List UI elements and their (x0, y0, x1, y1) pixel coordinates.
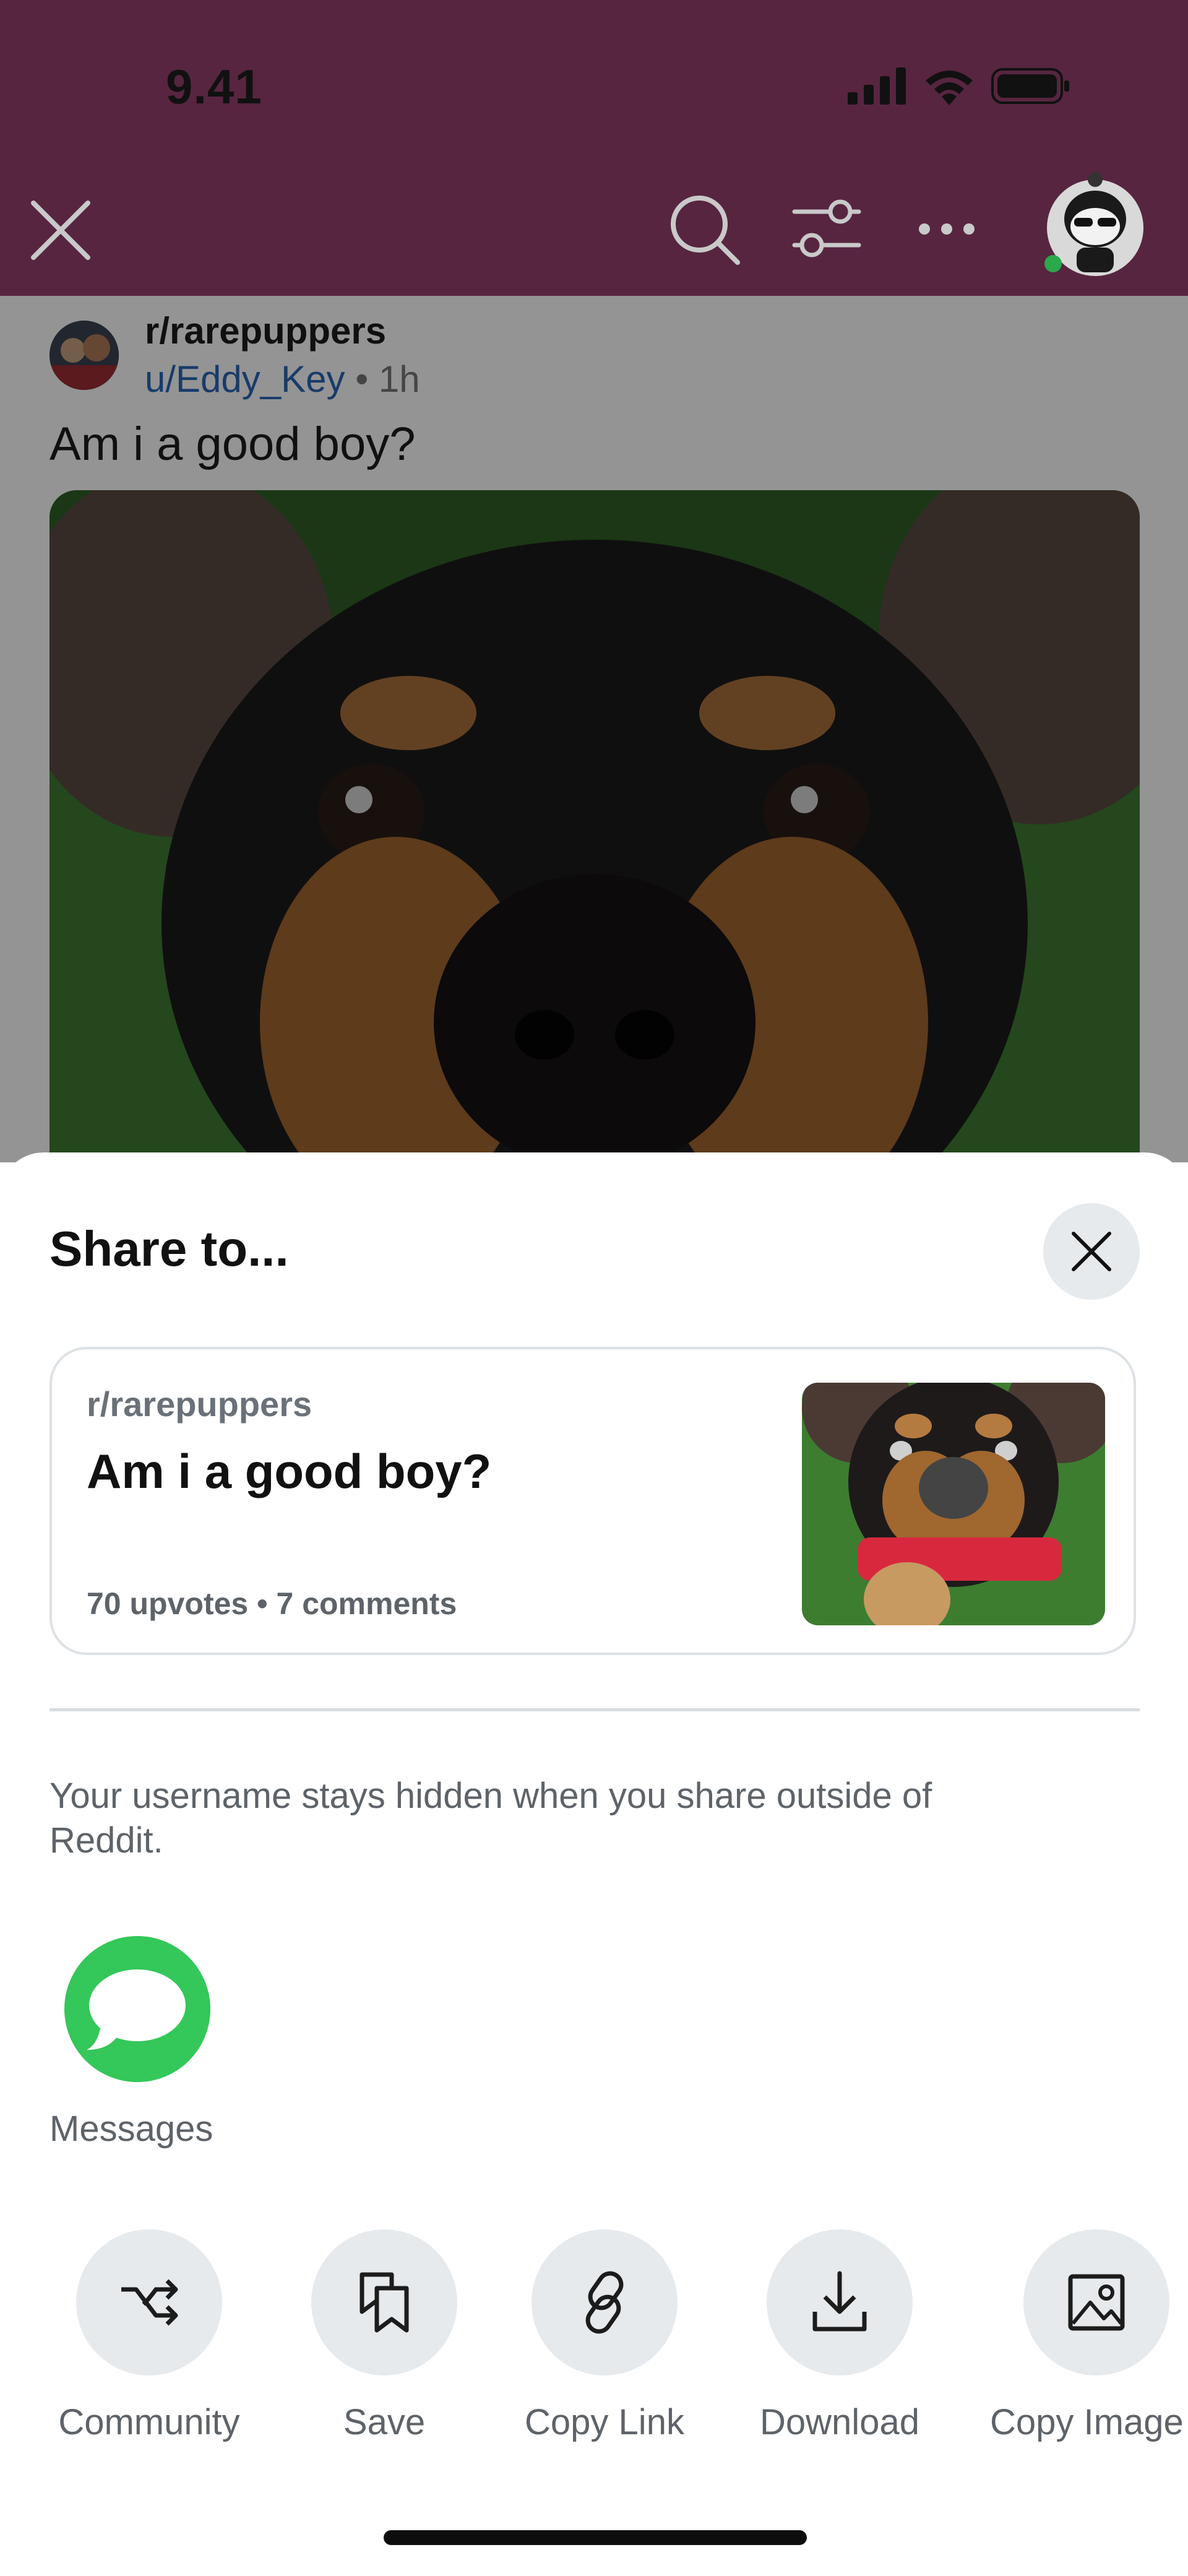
cellular-signal-icon (848, 67, 906, 105)
battery-icon (991, 68, 1069, 104)
avatar[interactable] (1040, 166, 1145, 277)
download-button[interactable]: Download (738, 2229, 942, 2443)
wifi-icon (926, 71, 973, 105)
community-circle[interactable] (76, 2229, 222, 2375)
home-indicator[interactable] (384, 2530, 807, 2545)
save-button[interactable]: Save (282, 2229, 486, 2443)
card-thumbnail (802, 1383, 1105, 1625)
save-label: Save (343, 2402, 426, 2442)
copy-link-button[interactable]: Copy Link (502, 2229, 707, 2443)
card-meta: 70 upvotes • 7 comments (87, 1586, 457, 1621)
crosspost-icon (121, 2279, 178, 2326)
status-icons (848, 67, 1072, 105)
post-preview-card: r/rarepuppers Am i a good boy? 70 upvote… (50, 1347, 1136, 1655)
card-subreddit: r/rarepuppers (87, 1385, 312, 1424)
status-time: 9.41 (166, 59, 262, 114)
save-icon (359, 2272, 409, 2333)
top-bar: 9.41 (0, 0, 1188, 296)
save-circle[interactable] (311, 2229, 457, 2375)
search-icon[interactable] (667, 192, 741, 266)
messages-icon[interactable] (64, 1936, 210, 2082)
privacy-notice: Your username stays hidden when you shar… (50, 1776, 932, 1861)
modal-backdrop[interactable] (0, 296, 1188, 1162)
image-icon (1068, 2274, 1125, 2331)
link-icon (585, 2271, 624, 2334)
download-circle[interactable] (767, 2229, 913, 2375)
share-sheet: Share to... r/rarepuppers Am i a good bo… (0, 1152, 1188, 2576)
close-icon[interactable] (27, 197, 94, 264)
copy-link-label: Copy Link (525, 2402, 684, 2442)
divider (50, 1708, 1140, 1711)
download-label: Download (760, 2402, 919, 2442)
more-icon[interactable] (915, 210, 979, 248)
share-sheet-title: Share to... (50, 1221, 289, 1276)
copy-image-label: Copy Image (990, 2402, 1184, 2442)
filter-icon[interactable] (791, 198, 863, 260)
share-close-button[interactable] (1043, 1203, 1140, 1300)
card-title: Am i a good boy? (87, 1444, 492, 1498)
dog-thumbnail-image (802, 1383, 1105, 1625)
copy-image-circle[interactable] (1023, 2229, 1169, 2375)
community-button[interactable]: Community (47, 2229, 251, 2443)
close-icon (1072, 1232, 1111, 1271)
copy-link-circle[interactable] (532, 2229, 678, 2375)
copy-image-button[interactable]: Copy Image (990, 2229, 1188, 2443)
messages-label[interactable]: Messages (50, 2108, 213, 2150)
download-icon (812, 2271, 867, 2332)
community-label: Community (58, 2402, 240, 2442)
